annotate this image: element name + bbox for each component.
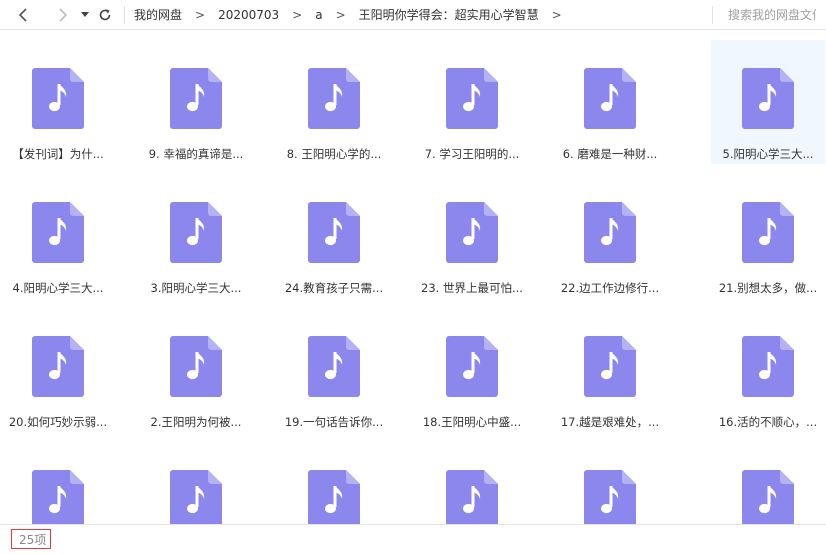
breadcrumb-item-a-folder[interactable]: a — [315, 8, 322, 22]
history-dropdown-button[interactable] — [78, 4, 92, 26]
file-item[interactable]: 24.教育孩子只需... — [277, 174, 391, 298]
music-file-icon — [32, 336, 84, 397]
status-bar: 25项 — [0, 524, 826, 554]
file-name: 4.阳明心学三大... — [12, 281, 104, 295]
chevron-left-icon — [18, 7, 27, 22]
file-item[interactable]: 8. 王阳明心学的... — [277, 40, 391, 164]
file-name: 【发刊词】为什... — [12, 147, 104, 161]
file-item[interactable]: 23. 世界上最可怕... — [415, 174, 529, 298]
file-item[interactable] — [1, 442, 115, 524]
forward-button[interactable] — [52, 4, 74, 26]
music-file-icon — [584, 470, 636, 524]
music-file-icon — [308, 68, 360, 129]
music-file-icon — [742, 202, 794, 263]
breadcrumb: 我的网盘 > 20200703 > a > 王阳明你学得会：超实用心学智慧 > — [134, 6, 575, 23]
search-input[interactable] — [718, 5, 826, 25]
file-item[interactable] — [415, 442, 529, 524]
music-file-icon — [32, 470, 84, 524]
music-file-icon — [170, 68, 222, 129]
file-item[interactable]: 16.活的不顺心，... — [711, 308, 825, 432]
file-name: 20.如何巧妙示弱... — [8, 415, 108, 429]
breadcrumb-item-current-folder[interactable]: 王阳明你学得会：超实用心学智慧 — [359, 6, 539, 23]
file-item[interactable]: 20.如何巧妙示弱... — [1, 308, 115, 432]
file-name: 16.活的不顺心，... — [718, 415, 818, 429]
music-file-icon — [308, 202, 360, 263]
file-item[interactable] — [711, 442, 825, 524]
file-name: 3.阳明心学三大... — [150, 281, 242, 295]
breadcrumb-item-root[interactable]: 我的网盘 — [134, 6, 182, 23]
music-file-icon — [742, 68, 794, 129]
item-count: 25项 — [11, 529, 52, 549]
music-file-icon — [584, 68, 636, 129]
file-item[interactable]: 3.阳明心学三大... — [139, 174, 253, 298]
file-name: 8. 王阳明心学的... — [286, 147, 382, 161]
file-name: 24.教育孩子只需... — [284, 281, 384, 295]
file-name: 19.一句话告诉你... — [284, 415, 384, 429]
file-name: 21.别想太多，做... — [718, 281, 818, 295]
caret-down-icon — [81, 11, 89, 17]
toolbar: 我的网盘 > 20200703 > a > 王阳明你学得会：超实用心学智慧 > — [0, 0, 826, 30]
file-item[interactable]: 19.一句话告诉你... — [277, 308, 391, 432]
file-item[interactable] — [277, 442, 391, 524]
file-item[interactable]: 21.别想太多，做... — [711, 174, 825, 298]
file-name: 18.王阳明心中盛... — [422, 415, 522, 429]
file-name: 5.阳明心学三大... — [722, 147, 814, 161]
file-name: 17.越是艰难处，... — [560, 415, 660, 429]
file-item[interactable]: 5.阳明心学三大... — [711, 40, 825, 164]
file-item[interactable]: 9. 幸福的真谛是... — [139, 40, 253, 164]
file-name: 22.边工作边修行... — [560, 281, 660, 295]
music-file-icon — [32, 202, 84, 263]
toolbar-divider — [124, 5, 125, 24]
music-file-icon — [308, 336, 360, 397]
file-name: 7. 学习王阳明的... — [424, 147, 520, 161]
music-file-icon — [446, 470, 498, 524]
chevron-right-icon — [59, 7, 68, 22]
refresh-button[interactable] — [94, 4, 116, 26]
music-file-icon — [170, 470, 222, 524]
refresh-icon — [99, 8, 111, 20]
breadcrumb-separator: > — [292, 7, 303, 22]
music-file-icon — [446, 68, 498, 129]
breadcrumb-separator: > — [195, 7, 206, 22]
music-file-icon — [584, 336, 636, 397]
file-item[interactable]: 17.越是艰难处，... — [553, 308, 667, 432]
music-file-icon — [170, 336, 222, 397]
file-item[interactable]: 18.王阳明心中盛... — [415, 308, 529, 432]
file-item[interactable]: 2.王阳明为何被... — [139, 308, 253, 432]
music-file-icon — [170, 202, 222, 263]
file-name: 23. 世界上最可怕... — [421, 281, 523, 295]
file-item[interactable] — [553, 442, 667, 524]
music-file-icon — [584, 202, 636, 263]
music-file-icon — [446, 202, 498, 263]
file-name: 6. 磨难是一种财... — [562, 147, 658, 161]
music-file-icon — [742, 336, 794, 397]
back-button[interactable] — [12, 4, 34, 26]
breadcrumb-separator: > — [335, 7, 346, 22]
file-item[interactable]: 6. 磨难是一种财... — [553, 40, 667, 164]
file-item[interactable]: 4.阳明心学三大... — [1, 174, 115, 298]
file-item[interactable]: 22.边工作边修行... — [553, 174, 667, 298]
file-item[interactable]: 【发刊词】为什... — [1, 40, 115, 164]
file-name: 2.王阳明为何被... — [150, 415, 242, 429]
file-name: 9. 幸福的真谛是... — [148, 147, 244, 161]
file-item[interactable] — [139, 442, 253, 524]
breadcrumb-expand-arrow[interactable]: > — [552, 8, 562, 22]
music-file-icon — [446, 336, 498, 397]
file-grid: 【发刊词】为什... 9. 幸福的真谛是... 8. 王阳明心学的... 7. 学习王… — [0, 31, 826, 524]
music-file-icon — [742, 470, 794, 524]
music-file-icon — [308, 470, 360, 524]
file-item[interactable]: 7. 学习王阳明的... — [415, 40, 529, 164]
breadcrumb-item-date-folder[interactable]: 20200703 — [218, 8, 279, 22]
search-divider — [712, 6, 713, 24]
music-file-icon — [32, 68, 84, 129]
